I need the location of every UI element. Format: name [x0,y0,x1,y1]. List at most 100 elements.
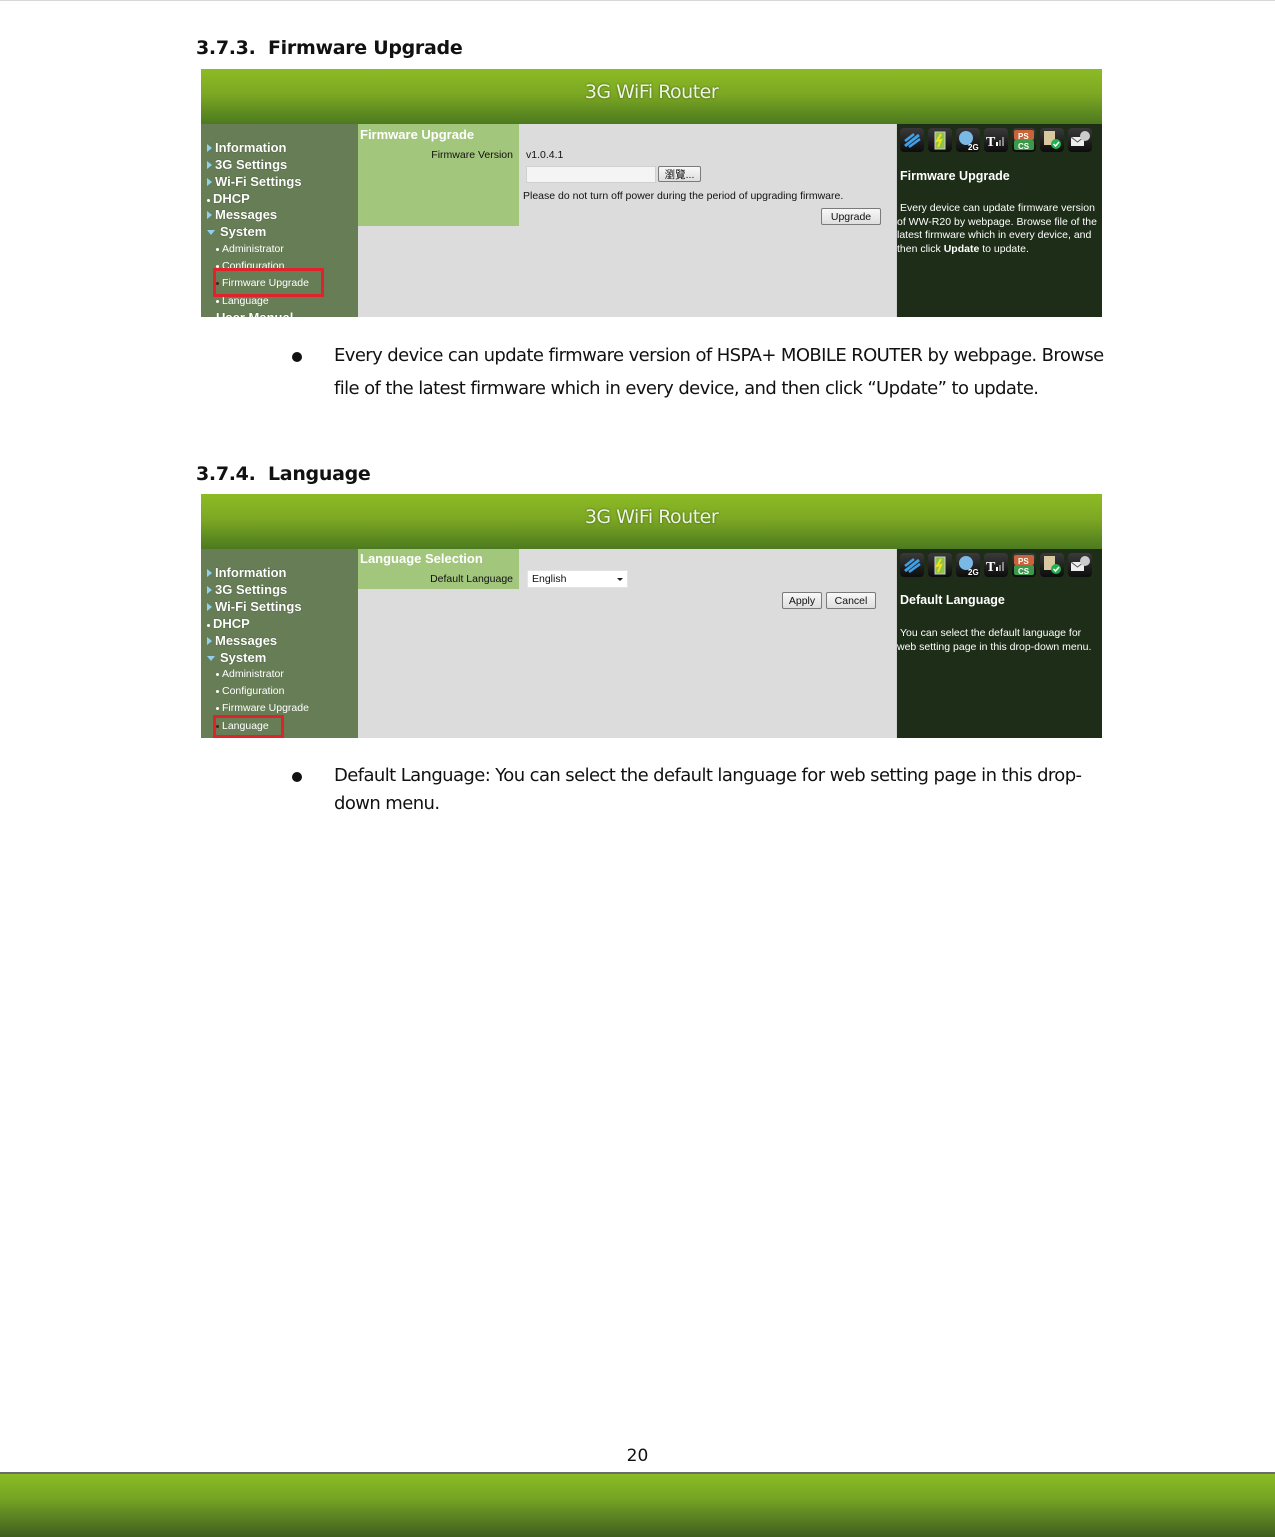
warning-text: Please do not turn off power during the … [523,190,844,202]
bullet-icon [216,707,219,710]
triangle-right-icon [207,569,212,577]
sidebar-item-system[interactable]: System [207,650,266,665]
message-icon [1068,553,1092,577]
firmware-upgrade-screenshot: 3G WiFi Router Information 3G Settings W… [201,69,1102,317]
app-header: 3G WiFi Router [201,69,1102,124]
section-heading-language: 3.7.4. Language [196,463,371,485]
triangle-right-icon [207,211,212,219]
bullet-text: Every device can update firmware version… [334,345,1104,399]
sidebar: Information 3G Settings Wi-Fi Settings D… [201,124,358,317]
sidebar-item-dhcp[interactable]: DHCP [207,616,250,631]
wifi-signal-icon [900,128,924,152]
sidebar-item-dhcp[interactable]: DHCP [207,191,250,206]
top-rule [0,0,1275,1]
panel-title: Language Selection [360,551,483,566]
svg-text:T: T [986,560,996,574]
bullet-icon [216,300,219,303]
sim-ok-icon [1040,553,1064,577]
sidebar-item-information[interactable]: Information [207,565,287,580]
default-language-select[interactable]: English [527,570,628,588]
sidebar-item-user-manual[interactable]: User Manual [216,310,293,317]
bullet-icon [292,352,302,362]
default-language-label: Default Language [430,573,513,585]
firmware-version-label: Firmware Version [431,149,513,161]
globe-2g-icon: 2G [956,553,980,577]
bullet-icon [216,690,219,693]
battery-icon [928,128,952,152]
sim-ok-icon [1040,128,1064,152]
footer-bar [0,1472,1275,1537]
battery-icon [928,553,952,577]
bullet-icon [292,772,302,782]
language-screenshot: 3G WiFi Router Information 3G Settings W… [201,494,1102,738]
bullet-icon [216,673,219,676]
content-area: Firmware Upgrade Firmware Version v1.0.4… [358,124,897,317]
sidebar-item-wifi-settings[interactable]: Wi-Fi Settings [207,599,302,614]
bullet-icon [216,248,219,251]
section-number: 3.7.4. [196,463,256,485]
svg-text:2G: 2G [968,568,979,576]
bullet-icon [207,199,210,202]
app-header: 3G WiFi Router [201,494,1102,549]
sidebar-subitem-administrator[interactable]: Administrator [216,668,284,680]
signal-strength-icon: T [984,128,1008,152]
sidebar: Information 3G Settings Wi-Fi Settings D… [201,549,358,738]
sidebar-item-information[interactable]: Information [207,140,287,155]
globe-2g-icon: 2G [956,128,980,152]
sidebar-item-wifi-settings[interactable]: Wi-Fi Settings [207,174,302,189]
section-title: Firmware Upgrade [268,37,463,59]
sidebar-item-messages[interactable]: Messages [207,207,277,222]
help-title: Firmware Upgrade [900,169,1010,183]
highlight-box [213,268,324,297]
bullet-icon [207,624,210,627]
help-panel: 2G T PS CS Firmware Upgrade Every device … [896,124,1102,317]
sidebar-subitem-firmware-upgrade[interactable]: Firmware Upgrade [216,702,309,714]
ps-cs-icon: PS CS [1012,128,1036,152]
settings-label-panel: Language Selection Default Language [358,549,519,589]
app-title: 3G WiFi Router [584,81,719,103]
browse-button[interactable]: 瀏覽... [658,166,701,182]
triangle-right-icon [207,144,212,152]
help-text: Every device can update firmware version… [897,202,1097,255]
firmware-file-input[interactable] [526,166,656,183]
message-icon [1068,128,1092,152]
chevron-down-icon [617,578,623,581]
help-text: You can select the default language for … [897,627,1092,653]
triangle-right-icon [207,603,212,611]
panel-title: Firmware Upgrade [360,127,475,142]
triangle-down-icon [207,656,215,661]
svg-text:PS: PS [1018,132,1029,141]
signal-strength-icon: T [984,553,1008,577]
app-title: 3G WiFi Router [584,506,719,528]
upgrade-button[interactable]: Upgrade [821,208,881,225]
triangle-down-icon [207,230,215,235]
sidebar-subitem-configuration[interactable]: Configuration [216,685,284,697]
ps-cs-icon: PS CS [1012,553,1036,577]
sidebar-item-3g-settings[interactable]: 3G Settings [207,157,287,172]
triangle-right-icon [207,161,212,169]
svg-text:2G: 2G [968,143,979,151]
help-panel: 2G T PS CS Default Language You can selec… [896,549,1102,738]
help-title: Default Language [900,593,1005,607]
svg-text:CS: CS [1018,142,1030,151]
section-heading-firmware-upgrade: 3.7.3. Firmware Upgrade [196,37,463,59]
triangle-right-icon [207,586,212,594]
sidebar-subitem-language[interactable]: Language [216,295,269,307]
svg-text:PS: PS [1018,557,1029,566]
status-icons: 2G T PS CS [900,553,1092,577]
apply-button[interactable]: Apply [782,592,822,609]
triangle-right-icon [207,178,212,186]
cancel-button[interactable]: Cancel [826,592,876,609]
highlight-box [213,715,284,738]
section-title: Language [268,463,371,485]
sidebar-subitem-administrator[interactable]: Administrator [216,243,284,255]
section-number: 3.7.3. [196,37,256,59]
svg-text:CS: CS [1018,567,1030,576]
sidebar-item-system[interactable]: System [207,224,266,239]
sidebar-item-messages[interactable]: Messages [207,633,277,648]
status-icons: 2G T PS CS [900,128,1092,152]
sidebar-item-3g-settings[interactable]: 3G Settings [207,582,287,597]
settings-label-panel: Firmware Upgrade Firmware Version [358,124,519,226]
bullet-text: Default Language: You can select the def… [334,765,1082,814]
page-number: 20 [626,1446,649,1466]
